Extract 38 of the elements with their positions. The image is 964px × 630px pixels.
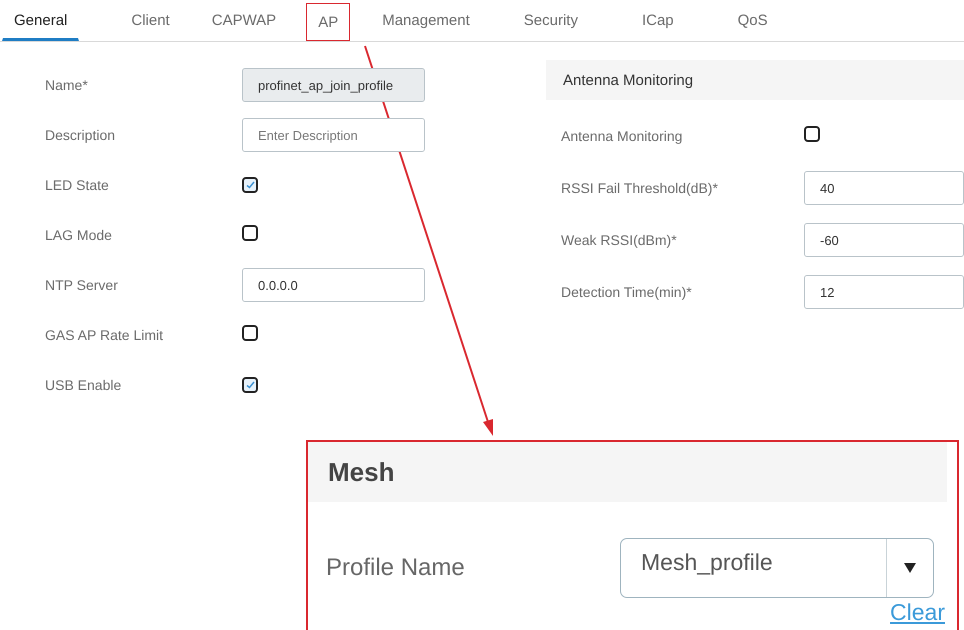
input-field[interactable]: 12 bbox=[804, 275, 964, 309]
field-label: Antenna Monitoring bbox=[561, 128, 684, 144]
field-label: LED State bbox=[45, 177, 110, 193]
field-label: Description bbox=[45, 127, 116, 143]
tab[interactable]: QoS bbox=[726, 1, 780, 41]
input-field[interactable]: 40 bbox=[804, 171, 964, 205]
check-icon bbox=[246, 181, 254, 189]
clear-link[interactable]: Clear bbox=[890, 599, 945, 626]
field-label: USB Enable bbox=[45, 377, 122, 393]
field-label: Weak RSSI(dBm)* bbox=[561, 232, 678, 248]
checkbox[interactable] bbox=[804, 126, 820, 142]
tab[interactable]: ICap bbox=[630, 1, 686, 41]
checkbox[interactable] bbox=[242, 377, 258, 393]
field-label: NTP Server bbox=[45, 277, 119, 293]
tab[interactable]: Security bbox=[512, 1, 590, 41]
profile-select[interactable]: Mesh_profile bbox=[620, 538, 934, 598]
tab[interactable]: CAPWAP bbox=[200, 1, 288, 41]
field-label: Name* bbox=[45, 77, 89, 93]
name-field[interactable]: profinet_ap_join_profile bbox=[242, 68, 425, 102]
section-title: Mesh bbox=[328, 456, 394, 488]
checkbox[interactable] bbox=[242, 177, 258, 193]
section-title: Antenna Monitoring bbox=[563, 72, 694, 88]
tab[interactable]: Management bbox=[370, 1, 482, 41]
field-label: RSSI Fail Threshold(dB)* bbox=[561, 180, 719, 196]
input-field[interactable]: Enter Description bbox=[242, 118, 425, 152]
input-field[interactable]: 0.0.0.0 bbox=[242, 268, 425, 302]
input-field[interactable]: -60 bbox=[804, 223, 964, 257]
field-label: LAG Mode bbox=[45, 227, 113, 243]
tab[interactable]: AP bbox=[306, 3, 350, 41]
field-label: GAS AP Rate Limit bbox=[45, 327, 164, 343]
tab[interactable]: General bbox=[2, 1, 80, 41]
check-icon bbox=[246, 381, 254, 389]
field-label: Profile Name bbox=[326, 554, 466, 582]
checkbox[interactable] bbox=[242, 224, 258, 240]
checkbox[interactable] bbox=[242, 324, 258, 340]
field-label: Detection Time(min)* bbox=[561, 284, 693, 300]
caret-icon bbox=[904, 563, 916, 573]
tab[interactable]: Client bbox=[119, 1, 182, 41]
